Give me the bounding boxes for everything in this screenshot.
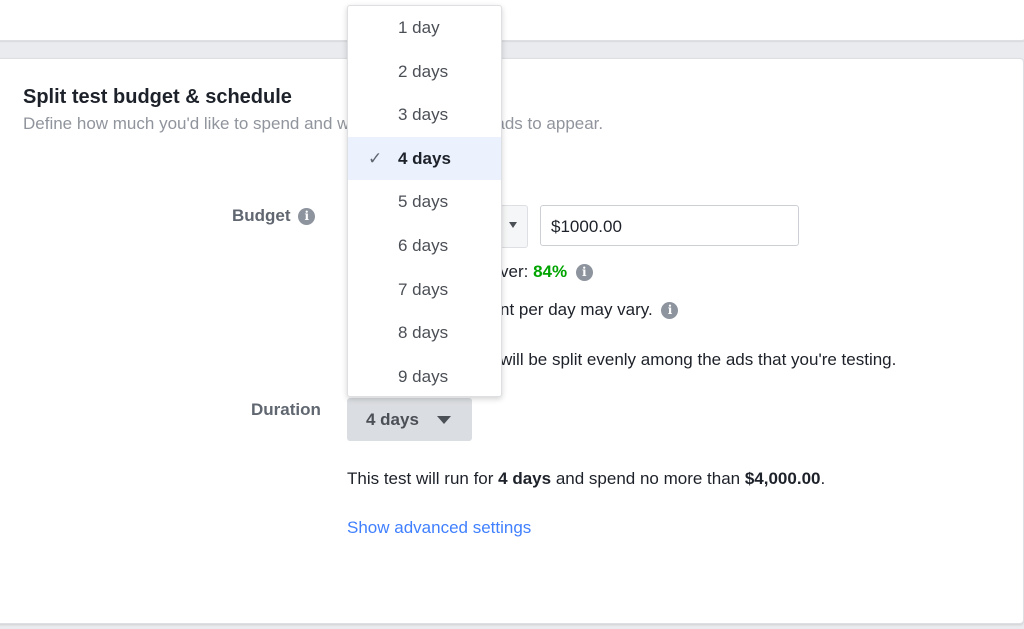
summary-days: 4 days [498, 469, 552, 488]
duration-selected-value: 4 days [366, 410, 419, 429]
budget-amount-input[interactable]: $1000.00 [540, 205, 799, 246]
caret-down-icon [437, 416, 451, 424]
check-icon: ✓ [368, 148, 383, 168]
info-icon[interactable]: i [661, 302, 679, 320]
option-label: 3 days [398, 105, 449, 125]
duration-summary: This test will run for 4 days and spend … [347, 469, 825, 489]
option-label: 9 days [398, 366, 449, 386]
summary-text: and spend no more than [551, 469, 745, 488]
daily-spend-vary-text: nt per day may vary. i [500, 300, 679, 320]
previous-section-card [0, 0, 1024, 41]
budget-schedule-card [0, 58, 1024, 624]
duration-label: Duration [251, 400, 321, 419]
power-value: 84% [533, 262, 568, 281]
section-title: Split test budget & schedule [23, 86, 292, 108]
budget-label-text: Budget [232, 206, 291, 225]
summary-amount: $4,000.00 [744, 469, 821, 488]
caret-down-icon [509, 222, 517, 228]
vary-text: nt per day may vary. [500, 300, 653, 319]
duration-option[interactable]: 6 days [348, 224, 501, 268]
option-label: 1 day [398, 18, 440, 37]
option-label: 7 days [398, 279, 449, 299]
budget-label: Budget i [232, 206, 316, 226]
info-icon[interactable]: i [298, 208, 316, 226]
option-label: 6 days [398, 235, 449, 255]
duration-option-selected[interactable]: ✓ 4 days [348, 136, 501, 181]
section-subtitle: Define how much you'd like to spend and … [23, 114, 604, 133]
show-advanced-settings-link[interactable]: Show advanced settings [347, 518, 531, 538]
duration-option[interactable]: 9 days [348, 355, 501, 396]
duration-option[interactable]: 3 days [348, 93, 501, 137]
summary-text: . [820, 469, 826, 488]
option-label: 2 days [398, 61, 449, 81]
split-evenly-text: will be split evenly among the ads that … [500, 350, 897, 369]
power-prefix: ver: [500, 262, 534, 281]
duration-option[interactable]: 1 day [348, 6, 501, 50]
option-label: 4 days [398, 148, 451, 168]
duration-menu: 1 day 2 days 3 days ✓ 4 days 5 days 6 day… [347, 5, 502, 397]
duration-dropdown[interactable]: 4 days [347, 398, 472, 441]
estimated-power-text: ver: 84% i [500, 262, 593, 282]
option-label: 8 days [398, 323, 449, 343]
info-icon[interactable]: i [575, 264, 593, 282]
option-label: 5 days [398, 192, 449, 212]
duration-option[interactable]: 8 days [348, 311, 501, 355]
duration-option[interactable]: 5 days [348, 180, 501, 224]
duration-option[interactable]: 2 days [348, 50, 501, 94]
summary-text: This test will run for [347, 469, 499, 488]
duration-option[interactable]: 7 days [348, 268, 501, 312]
